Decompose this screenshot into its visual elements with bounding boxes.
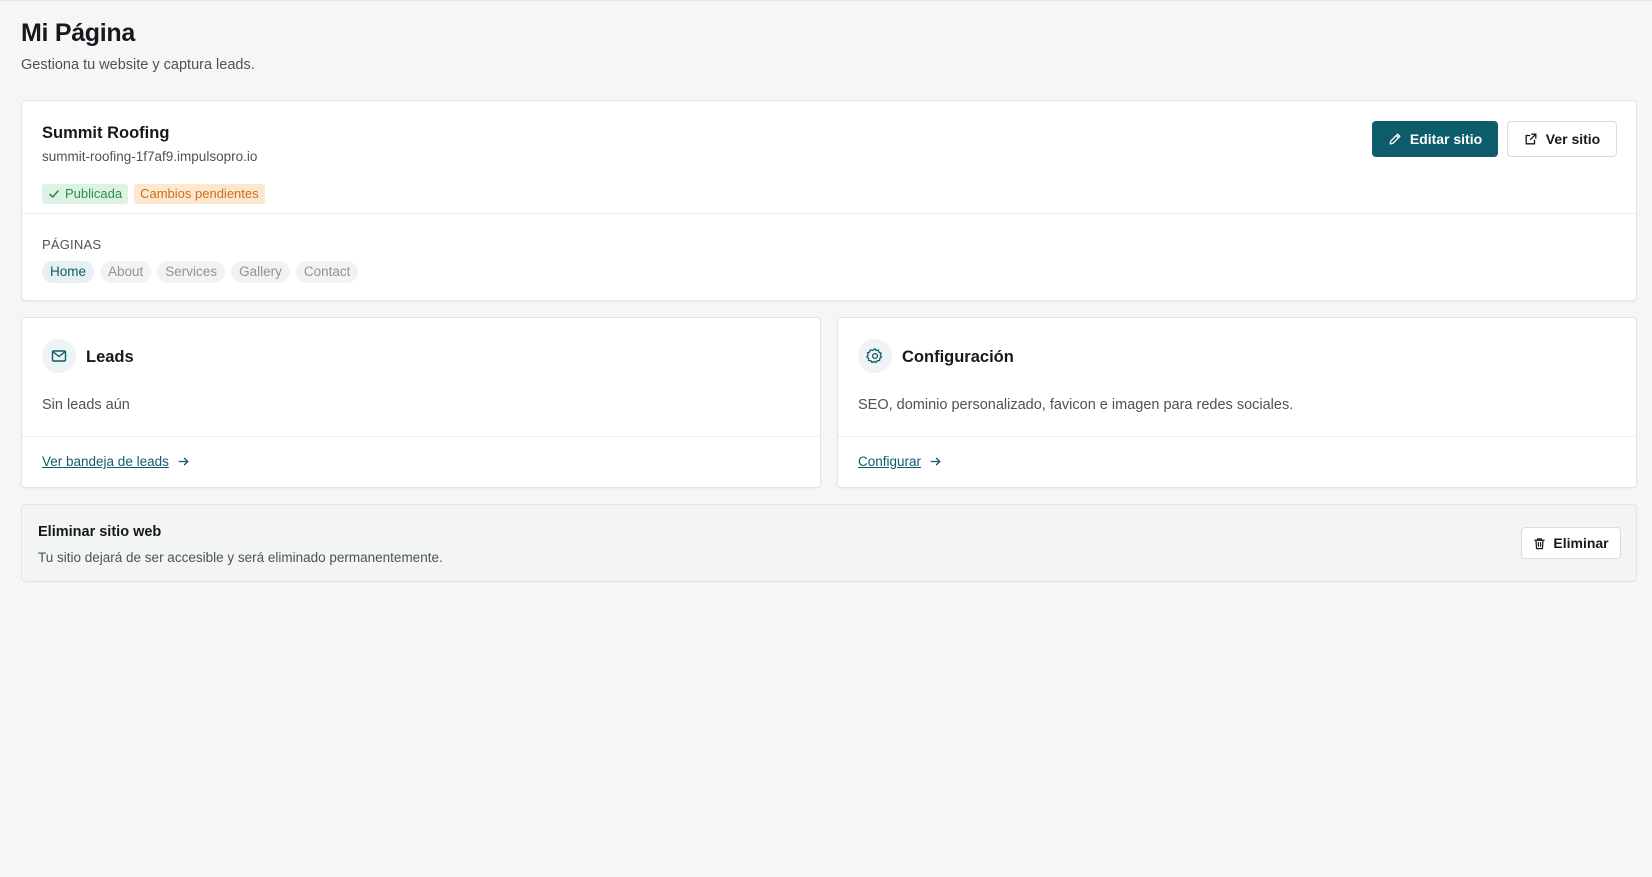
leads-icon-circle [42,339,76,373]
mail-icon [51,350,67,362]
status-badges: Publicada Cambios pendientes [42,184,265,204]
configure-label: Configurar [858,454,922,469]
leads-card: Leads Sin leads aún Ver bandeja de leads [21,317,821,488]
edit-site-label: Editar sitio [1409,131,1483,147]
pages-label: PÁGINAS [42,237,102,252]
check-icon [49,190,59,198]
page-chip-about[interactable]: About [100,261,152,283]
trash-icon [1534,537,1546,549]
leads-empty-text: Sin leads aún [42,397,130,413]
config-card: Configuración SEO, dominio personalizado… [837,317,1637,488]
site-card: Summit Roofing summit-roofing-1f7af9.imp… [21,100,1637,301]
published-badge: Publicada [42,184,129,204]
page-chip-gallery[interactable]: Gallery [231,261,290,283]
delete-button-label: Eliminar [1553,535,1609,551]
page-chip-services[interactable]: Services [157,261,226,283]
pencil-icon [1389,133,1401,145]
pending-changes-badge: Cambios pendientes [134,184,265,204]
top-border [0,0,1652,1]
view-site-button[interactable]: Ver sitio [1507,121,1617,157]
site-name: Summit Roofing [42,124,170,142]
config-title: Configuración [902,348,1014,366]
arrow-right-icon [930,457,941,466]
published-badge-label: Publicada [65,186,123,201]
delete-button[interactable]: Eliminar [1521,527,1621,559]
page-subtitle: Gestiona tu website y captura leads. [21,57,255,73]
view-leads-inbox-label: Ver bandeja de leads [42,454,169,469]
view-leads-inbox-link[interactable]: Ver bandeja de leads [42,454,190,469]
config-icon-circle [858,339,892,373]
page-chip-home[interactable]: Home [42,261,95,283]
gear-icon [866,348,883,364]
delete-website-title: Eliminar sitio web [38,524,162,540]
external-link-icon [1525,133,1537,145]
leads-card-divider [22,436,820,437]
edit-site-button[interactable]: Editar sitio [1372,121,1498,157]
config-description: SEO, dominio personalizado, favicon e im… [858,397,1294,413]
site-domain: summit-roofing-1f7af9.impulsopro.io [42,149,258,164]
delete-website-description: Tu sitio dejará de ser accesible y será … [38,550,443,565]
site-card-divider [22,213,1636,214]
arrow-right-icon [178,457,189,466]
delete-website-section: Eliminar sitio web Tu sitio dejará de se… [21,504,1637,582]
config-card-divider [838,436,1636,437]
page-title: Mi Página [21,19,135,47]
configure-link[interactable]: Configurar [858,454,942,469]
page-chip-contact[interactable]: Contact [295,261,359,283]
view-site-label: Ver sitio [1545,131,1601,147]
leads-title: Leads [86,348,134,366]
pages-list: Home About Services Gallery Contact [42,261,359,283]
